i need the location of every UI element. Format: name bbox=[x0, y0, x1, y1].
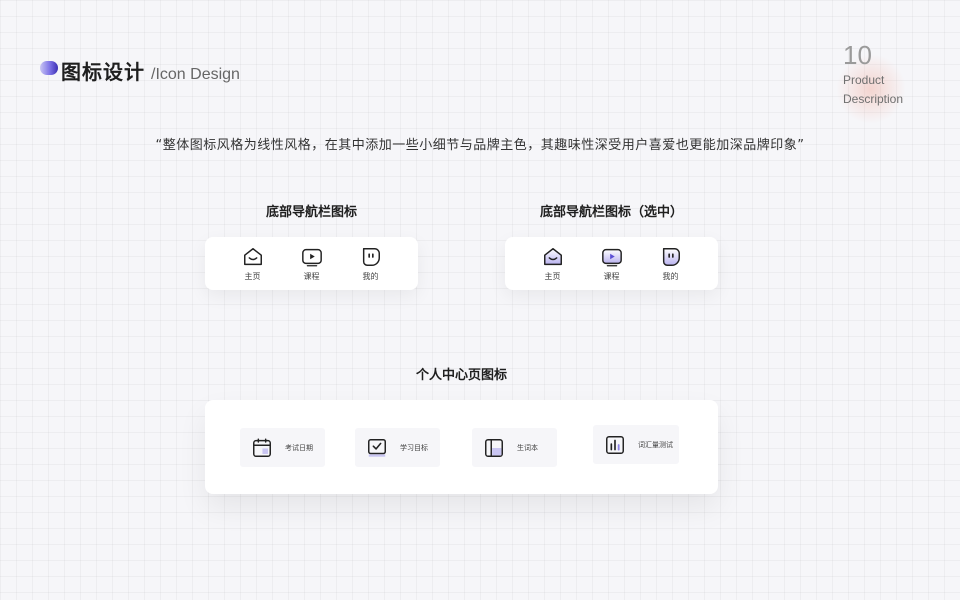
profile-item-vocab-book[interactable]: 生词本 bbox=[472, 428, 557, 467]
page-subtitle: /Icon Design bbox=[151, 66, 240, 83]
nav-item-mine-selected[interactable]: 我的 bbox=[649, 246, 693, 282]
play-icon bbox=[601, 248, 622, 266]
profile-label-exam-date: 考试日期 bbox=[285, 443, 313, 452]
home-icon bbox=[543, 247, 562, 265]
checklist-icon bbox=[368, 438, 386, 457]
page-number: 10 bbox=[843, 40, 872, 70]
page-label: Product Description bbox=[843, 73, 904, 106]
nav-item-course-selected[interactable]: 课程 bbox=[590, 246, 634, 282]
play-icon bbox=[301, 248, 322, 266]
section-title-profile: 个人中心页图标 bbox=[415, 368, 507, 383]
profile-item-exam-date[interactable]: 考试日期 bbox=[240, 428, 325, 467]
page-header: 图标设计 /Icon Design bbox=[40, 56, 240, 85]
design-quote: “整体图标风格为线性风格，在其中添加一些小细节与品牌主色，其趣味性深受用户喜爱也… bbox=[155, 138, 805, 153]
nav-item-home-selected[interactable]: 主页 bbox=[531, 246, 575, 282]
profile-label-study-goal: 学习目标 bbox=[400, 443, 428, 452]
profile-face-icon bbox=[362, 247, 380, 266]
profile-label-vocab-test: 词汇量测试 bbox=[638, 440, 673, 449]
home-icon bbox=[243, 247, 262, 265]
notebook-icon bbox=[485, 438, 503, 457]
nav-card-default: 主页 课程 我的 bbox=[205, 237, 418, 290]
nav-label-course: 课程 bbox=[303, 271, 320, 281]
profile-item-vocab-test[interactable]: 词汇量测试 bbox=[593, 425, 679, 464]
page-title: 图标设计 bbox=[61, 60, 145, 84]
nav-card-selected: 主页 课程 我的 bbox=[505, 237, 718, 290]
profile-label-vocab-book: 生词本 bbox=[517, 443, 538, 452]
nav-item-home[interactable]: 主页 bbox=[231, 246, 275, 282]
section-title-nav-default: 底部导航栏图标 bbox=[265, 205, 357, 220]
nav-item-course[interactable]: 课程 bbox=[290, 246, 334, 282]
nav-label-home: 主页 bbox=[244, 271, 261, 281]
profile-icons-card: 考试日期 学习目标 生词本 词汇量测试 bbox=[205, 400, 718, 494]
profile-face-icon bbox=[662, 247, 680, 266]
calendar-icon bbox=[253, 438, 271, 457]
nav-item-mine[interactable]: 我的 bbox=[349, 246, 393, 282]
nav-label-mine: 我的 bbox=[662, 271, 679, 281]
nav-label-course: 课程 bbox=[603, 271, 620, 281]
profile-item-study-goal[interactable]: 学习目标 bbox=[355, 428, 440, 467]
nav-label-mine: 我的 bbox=[362, 271, 379, 281]
section-title-nav-selected: 底部导航栏图标（选中） bbox=[539, 205, 683, 220]
bar-chart-icon bbox=[606, 435, 624, 454]
nav-label-home: 主页 bbox=[544, 271, 561, 281]
header-accent-dot bbox=[40, 61, 58, 75]
